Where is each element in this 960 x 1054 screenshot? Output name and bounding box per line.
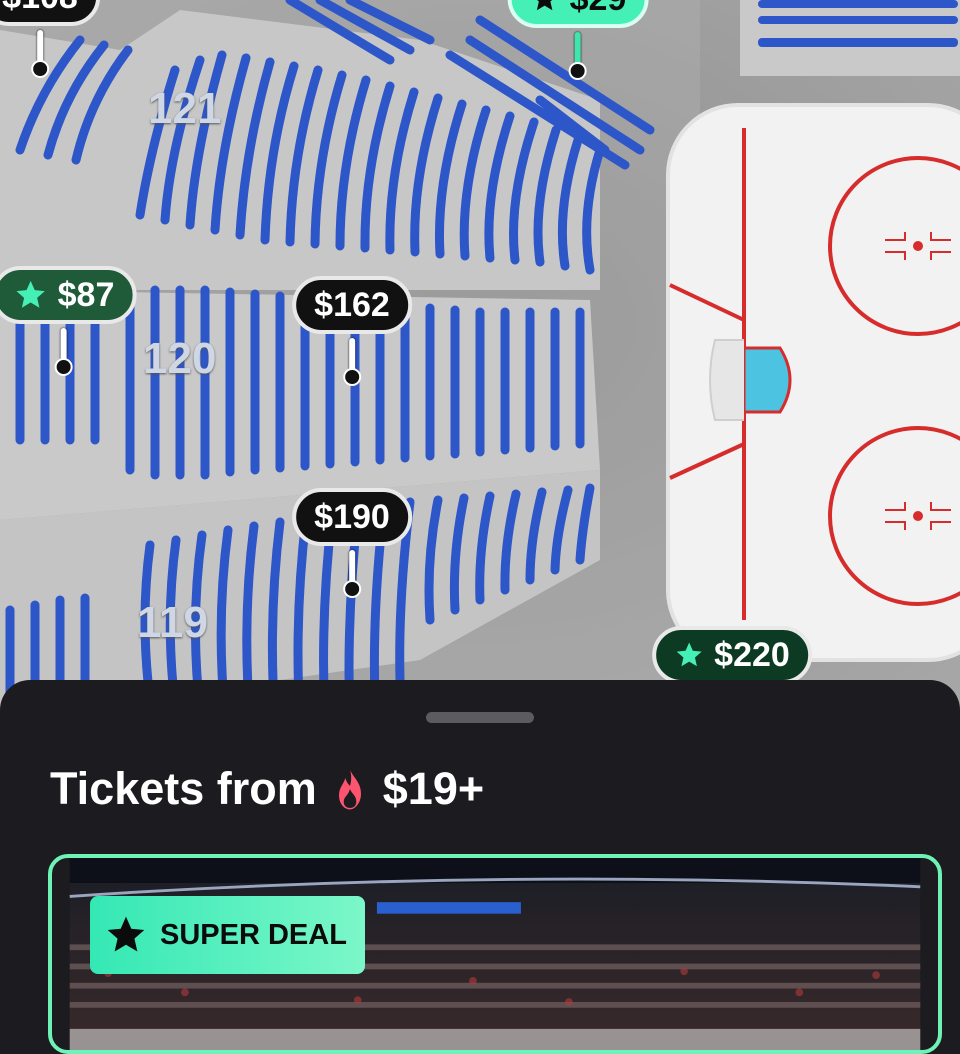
title-price: $19+ <box>382 763 485 814</box>
seat-map[interactable]: 121 120 119 $108 $29 $87 $162 $190 <box>0 0 960 720</box>
section-top-rows[interactable] <box>758 0 958 47</box>
star-icon <box>676 642 702 667</box>
pin-dot <box>568 62 587 80</box>
pin-stem <box>574 32 581 66</box>
price-bubble: $108 <box>0 0 100 26</box>
price-label: $162 <box>314 285 390 324</box>
price-bubble: $220 <box>652 626 812 684</box>
star-icon <box>107 916 145 952</box>
badge-label: SUPER DEAL <box>160 918 347 951</box>
bottom-sheet[interactable]: Tickets from $19+ SUPER DEAL <box>0 680 960 1054</box>
title-prefix: Tickets from <box>50 763 317 814</box>
price-pin-top-mid[interactable]: $29 <box>507 0 649 80</box>
star-icon <box>536 0 553 11</box>
price-pin-220[interactable]: $220 <box>652 626 812 684</box>
section-label-120: 120 <box>143 334 217 383</box>
pin-dot <box>30 60 49 78</box>
star-icon <box>16 280 45 308</box>
price-pin-190[interactable]: $190 <box>292 488 412 598</box>
price-bubble: $29 <box>507 0 649 28</box>
price-label: $87 <box>57 275 115 314</box>
pin-stem <box>36 30 43 64</box>
price-bubble: $190 <box>292 488 412 546</box>
flame-icon <box>338 768 361 810</box>
price-bubble: $162 <box>292 276 412 334</box>
price-label: $220 <box>714 635 790 674</box>
price-pin-162[interactable]: $162 <box>292 276 412 386</box>
super-deal-badge: SUPER DEAL <box>90 896 365 974</box>
price-pin-87[interactable]: $87 <box>0 266 137 376</box>
pin-stem <box>348 550 355 584</box>
pin-stem <box>60 328 67 362</box>
price-bubble: $87 <box>0 266 137 324</box>
price-pin-top-left[interactable]: $108 <box>0 0 100 78</box>
price-label: $29 <box>570 0 627 19</box>
pin-dot <box>342 368 361 386</box>
sheet-drag-handle[interactable] <box>426 712 534 723</box>
ice-rink <box>666 103 960 662</box>
pin-dot <box>342 580 361 598</box>
section-label-121: 121 <box>148 84 222 133</box>
pin-stem <box>348 338 355 372</box>
sheet-title: Tickets from $19+ <box>50 763 485 814</box>
section-label-119: 119 <box>137 598 208 647</box>
price-label: $108 <box>2 0 78 17</box>
pin-dot <box>54 358 73 376</box>
price-label: $190 <box>314 497 390 536</box>
ticket-deal-card[interactable]: SUPER DEAL <box>48 854 942 1054</box>
